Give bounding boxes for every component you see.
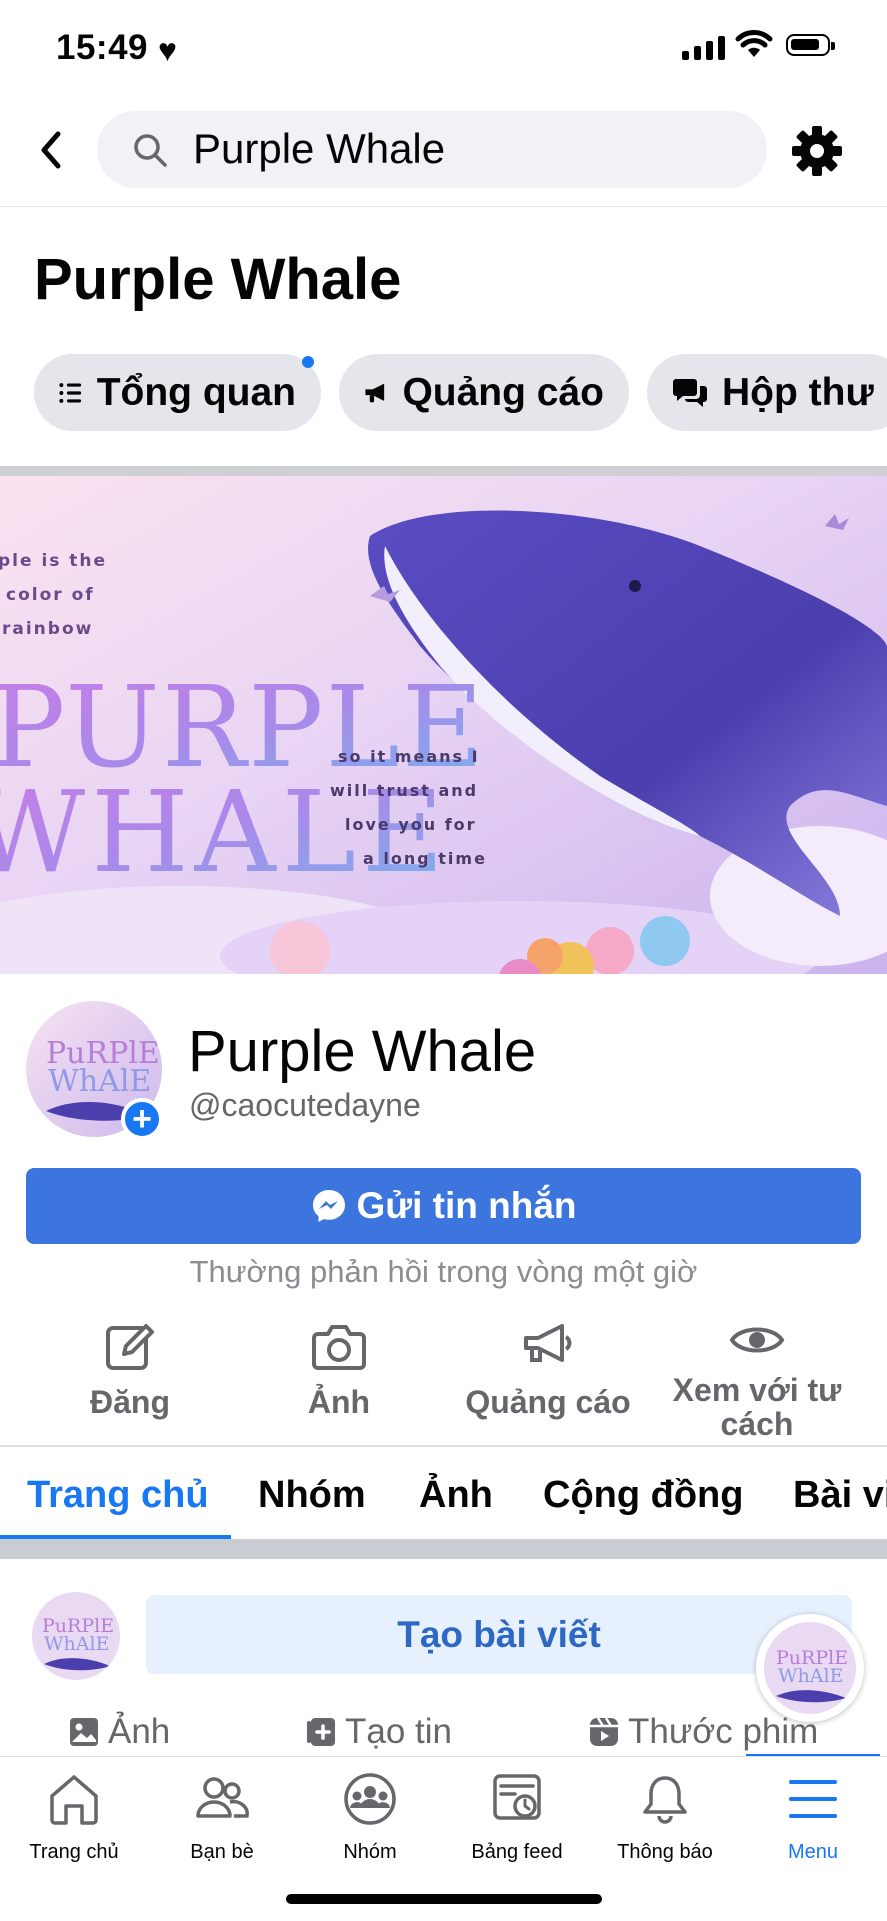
chip-inbox[interactable]: Hộp thư xyxy=(647,354,887,431)
search-icon xyxy=(134,134,167,167)
friends-icon xyxy=(196,1777,250,1818)
chip-label: Tổng quan xyxy=(96,370,296,414)
nav-label: Bạn bè xyxy=(190,1841,254,1863)
nav-groups[interactable]: Nhóm xyxy=(296,1772,444,1864)
tab-photos[interactable]: Ảnh xyxy=(419,1474,493,1517)
feed-icon xyxy=(493,1774,541,1820)
megaphone-icon xyxy=(524,1324,572,1362)
action-label: Đăng xyxy=(90,1384,170,1420)
svg-text:WhAlE: WhAlE xyxy=(48,1064,151,1099)
nav-feed[interactable]: Bảng feed xyxy=(443,1772,591,1864)
cover-tagline-1: ple is the xyxy=(0,551,107,571)
nav-label: Nhóm xyxy=(343,1841,397,1863)
action-label: Quảng cáo xyxy=(465,1384,631,1420)
status-time: 15:49 xyxy=(56,28,149,67)
messenger-icon xyxy=(312,1190,345,1222)
chip-ads[interactable]: Quảng cáo xyxy=(339,354,629,431)
gear-icon[interactable] xyxy=(790,124,844,178)
nav-label: Menu xyxy=(787,1841,839,1863)
floating-profile-bubble[interactable]: PuRPlE WhAlE xyxy=(756,1614,864,1722)
composer-avatar[interactable]: PuRPlE WhAlE xyxy=(32,1592,120,1680)
svg-text:WhAlE: WhAlE xyxy=(44,1633,109,1655)
search-value[interactable]: Purple Whale xyxy=(193,125,445,173)
reels-icon xyxy=(590,1717,618,1746)
battery-icon xyxy=(786,34,835,56)
action-label: Ảnh xyxy=(307,1384,371,1420)
add-avatar-button[interactable]: + xyxy=(121,1098,163,1140)
chip-label: Hộp thư xyxy=(722,370,874,414)
quick-photo[interactable]: Ảnh xyxy=(68,1712,170,1752)
bell-icon xyxy=(643,1776,687,1824)
heart-icon: ♥ xyxy=(158,32,177,68)
nav-friends[interactable]: Bạn bè xyxy=(148,1772,296,1864)
page-title: Purple Whale xyxy=(34,247,402,312)
tab-groups[interactable]: Nhóm xyxy=(258,1474,366,1517)
list-icon xyxy=(59,382,82,403)
nav-menu[interactable]: Menu xyxy=(739,1772,887,1864)
chat-icon xyxy=(673,378,707,407)
home-icon xyxy=(50,1775,98,1825)
back-chevron-icon[interactable] xyxy=(36,128,66,172)
nav-label: Trang chủ xyxy=(29,1841,119,1863)
chip-overview[interactable]: Tổng quan xyxy=(34,354,321,431)
quick-label: Tạo tin xyxy=(345,1712,452,1751)
cover-caption-1: so it means I xyxy=(338,747,480,766)
send-message-button[interactable]: Gửi tin nhắn xyxy=(26,1168,861,1244)
svg-text:WhAlE: WhAlE xyxy=(778,1665,843,1687)
quick-label: Ảnh xyxy=(108,1712,171,1751)
edit-icon xyxy=(106,1324,154,1370)
tab-home[interactable]: Trang chủ xyxy=(27,1474,209,1517)
chip-label: Quảng cáo xyxy=(402,370,604,414)
quick-label: Thước phim xyxy=(628,1712,819,1751)
create-post-button[interactable]: Tạo bài viết xyxy=(146,1595,852,1674)
action-label: Xem với tư cách xyxy=(672,1372,842,1442)
nav-home[interactable]: Trang chủ xyxy=(0,1772,148,1864)
profile-handle: @caocutedayne xyxy=(189,1087,421,1123)
groups-icon xyxy=(344,1773,396,1825)
tabs-divider xyxy=(0,1445,887,1447)
notification-dot xyxy=(302,356,314,368)
action-post[interactable]: Đăng xyxy=(35,1320,225,1419)
header-divider xyxy=(0,206,887,207)
home-indicator xyxy=(286,1894,602,1904)
profile-name: Purple Whale xyxy=(188,1019,537,1084)
nav-label: Thông báo xyxy=(617,1841,713,1863)
camera-icon xyxy=(312,1325,366,1370)
wifi-icon xyxy=(735,30,773,57)
action-ads[interactable]: Quảng cáo xyxy=(453,1320,643,1419)
megaphone-icon xyxy=(365,383,385,402)
cover-illustration: ple is the color of rainbow PURPLE WHALE… xyxy=(0,476,887,974)
cellular-signal-icon xyxy=(682,36,725,60)
section-separator xyxy=(0,466,887,476)
quick-reels[interactable]: Thước phim xyxy=(588,1712,818,1752)
tab-posts[interactable]: Bài vi xyxy=(793,1474,887,1517)
photo-icon xyxy=(70,1718,98,1746)
nav-label: Bảng feed xyxy=(471,1841,563,1863)
cover-caption-2: will trust and xyxy=(330,781,478,800)
section-separator xyxy=(0,1539,887,1559)
cover-photo[interactable]: ple is the color of rainbow PURPLE WHALE… xyxy=(0,476,887,974)
cover-caption-4: a long time xyxy=(363,849,487,868)
quick-story[interactable]: Tạo tin xyxy=(305,1712,452,1752)
add-story-icon xyxy=(307,1718,335,1746)
cover-tagline-3: rainbow xyxy=(2,619,93,639)
action-photo[interactable]: Ảnh xyxy=(244,1320,434,1419)
response-time-note: Thường phản hồi trong vòng một giờ xyxy=(189,1254,698,1289)
send-message-label: Gửi tin nhắn xyxy=(356,1185,577,1226)
tab-community[interactable]: Cộng đồng xyxy=(543,1474,743,1517)
nav-notifications[interactable]: Thông báo xyxy=(591,1772,739,1864)
cover-tagline-2: color of xyxy=(6,585,95,605)
action-view-as[interactable]: Xem với tư cách xyxy=(662,1320,852,1441)
menu-icon xyxy=(789,1780,837,1818)
cover-caption-3: love you for xyxy=(345,815,477,834)
eye-icon xyxy=(729,1327,785,1353)
